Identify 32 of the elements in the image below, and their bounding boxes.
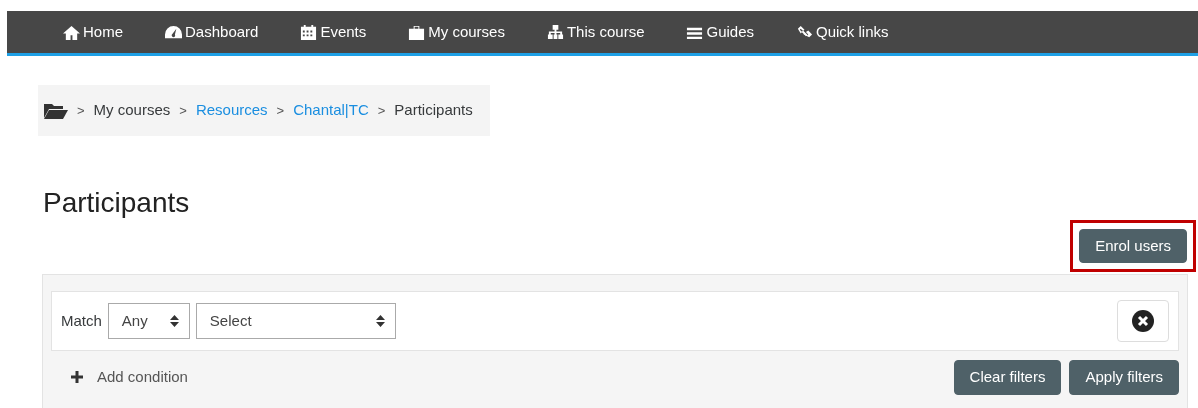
nav-link[interactable]: Events (299, 20, 367, 44)
sitemap-icon (545, 23, 565, 41)
match-label: Match (61, 310, 102, 331)
home-icon (62, 23, 81, 41)
breadcrumb-item: My courses (93, 100, 171, 121)
sort-icon (375, 315, 385, 328)
add-condition-link[interactable]: Add condition (51, 366, 188, 389)
nav-link[interactable]: This course (545, 20, 645, 44)
gauge-icon (164, 23, 183, 41)
nav-link[interactable]: Dashboard (164, 20, 259, 44)
remove-button[interactable] (1117, 300, 1169, 343)
briefcase-icon (407, 23, 427, 41)
sort-icon (169, 315, 179, 328)
plus-icon (71, 371, 83, 384)
nav-link[interactable]: Guides (685, 20, 754, 44)
match-select[interactable]: Any (107, 303, 190, 340)
breadcrumb-separator: > (179, 101, 187, 120)
breadcrumb-separator: > (377, 101, 386, 120)
condition-select[interactable]: Select (195, 303, 396, 340)
page-title: Participants (43, 186, 191, 220)
folder-icon (44, 102, 68, 119)
breadcrumb-separator: > (276, 101, 285, 120)
filter-button[interactable]: Clear filters (953, 360, 1062, 395)
nav-link[interactable]: My courses (407, 20, 505, 44)
nav-link[interactable]: Home (62, 20, 123, 44)
filter-button[interactable]: Apply filters (1069, 360, 1179, 395)
breadcrumb-item: Participants (394, 100, 473, 121)
calendar-icon (299, 23, 319, 41)
enrol-users-button[interactable]: Enrol users (1079, 228, 1187, 264)
close-icon (1132, 310, 1154, 333)
breadcrumb-separator: > (77, 101, 85, 120)
nav-link[interactable]: Quick links (795, 20, 889, 44)
